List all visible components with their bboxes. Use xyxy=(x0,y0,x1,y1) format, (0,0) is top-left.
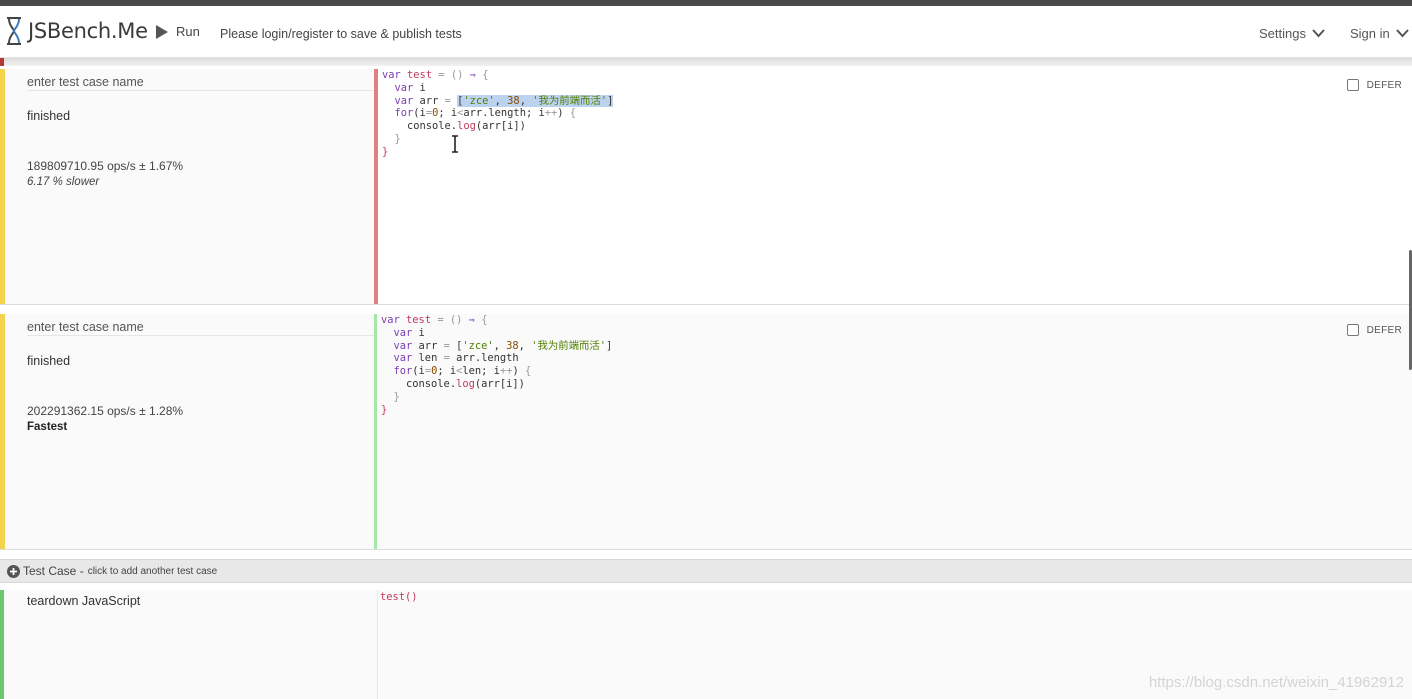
code-editor[interactable]: var test = () ⇒ { var i var arr = ['zce'… xyxy=(374,69,1412,304)
code-editor[interactable]: var test = () ⇒ { var i var arr = ['zce'… xyxy=(374,314,1412,549)
case-status: finished xyxy=(27,354,71,368)
text-cursor-icon xyxy=(452,135,458,153)
settings-menu[interactable]: Settings xyxy=(1259,26,1325,41)
settings-label: Settings xyxy=(1259,26,1306,41)
watermark: https://blog.csdn.net/weixin_41962912 xyxy=(1148,674,1404,691)
defer-checkbox[interactable] xyxy=(1346,79,1359,91)
add-test-case-bar[interactable]: Test Case - click to add another test ca… xyxy=(0,559,1412,583)
hourglass-logo-icon xyxy=(7,17,21,45)
test-case-name-input[interactable] xyxy=(27,73,377,91)
signin-menu[interactable]: Sign in xyxy=(1350,26,1409,41)
chevron-down-icon xyxy=(1396,29,1409,38)
add-case-label: Test Case - xyxy=(23,564,84,578)
navbar: JSBench.Me Run Please login/register to … xyxy=(0,6,1412,58)
case-verdict: 6.17 % slower xyxy=(27,176,100,188)
play-icon xyxy=(156,24,168,39)
case-ops-result: 202291362.15 ops/s ± 1.28% xyxy=(27,404,184,418)
defer-option[interactable]: DEFER xyxy=(1346,324,1402,336)
code-content[interactable]: var test = () ⇒ { var i var arr = ['zce'… xyxy=(381,314,612,416)
case-ops-result: 189809710.95 ops/s ± 1.67% xyxy=(27,159,184,173)
login-message[interactable]: Please login/register to save & publish … xyxy=(220,27,462,41)
case-verdict: Fastest xyxy=(27,421,68,433)
signin-label: Sign in xyxy=(1350,26,1390,41)
run-button[interactable]: Run xyxy=(155,24,200,39)
add-case-hint: click to add another test case xyxy=(87,565,218,577)
teardown-stripe xyxy=(0,590,4,699)
run-label: Run xyxy=(176,24,200,39)
code-content[interactable]: var test = () ⇒ { var i var arr = ['zce'… xyxy=(382,69,614,159)
defer-label: DEFER xyxy=(1366,79,1402,91)
plus-circle-icon xyxy=(7,564,20,578)
test-case-2: finished 202291362.15 ops/s ± 1.28% Fast… xyxy=(0,314,1412,550)
case-status: finished xyxy=(27,109,71,123)
defer-option[interactable]: DEFER xyxy=(1346,79,1402,91)
test-case-name-input[interactable] xyxy=(27,318,377,336)
test-case-1: finished 189809710.95 ops/s ± 1.67% 6.17… xyxy=(0,69,1412,305)
header-shadow xyxy=(0,58,1412,66)
logo-text: JSBench.Me xyxy=(28,19,148,43)
logo[interactable]: JSBench.Me xyxy=(4,16,148,46)
defer-label: DEFER xyxy=(1366,324,1402,336)
chevron-down-icon xyxy=(1312,29,1325,38)
case-info-panel: finished 202291362.15 ops/s ± 1.28% Fast… xyxy=(5,314,377,549)
teardown-code[interactable]: test() xyxy=(380,591,418,604)
teardown-label: teardown JavaScript xyxy=(27,594,141,608)
defer-checkbox[interactable] xyxy=(1346,324,1359,336)
case-info-panel: finished 189809710.95 ops/s ± 1.67% 6.17… xyxy=(5,69,377,304)
